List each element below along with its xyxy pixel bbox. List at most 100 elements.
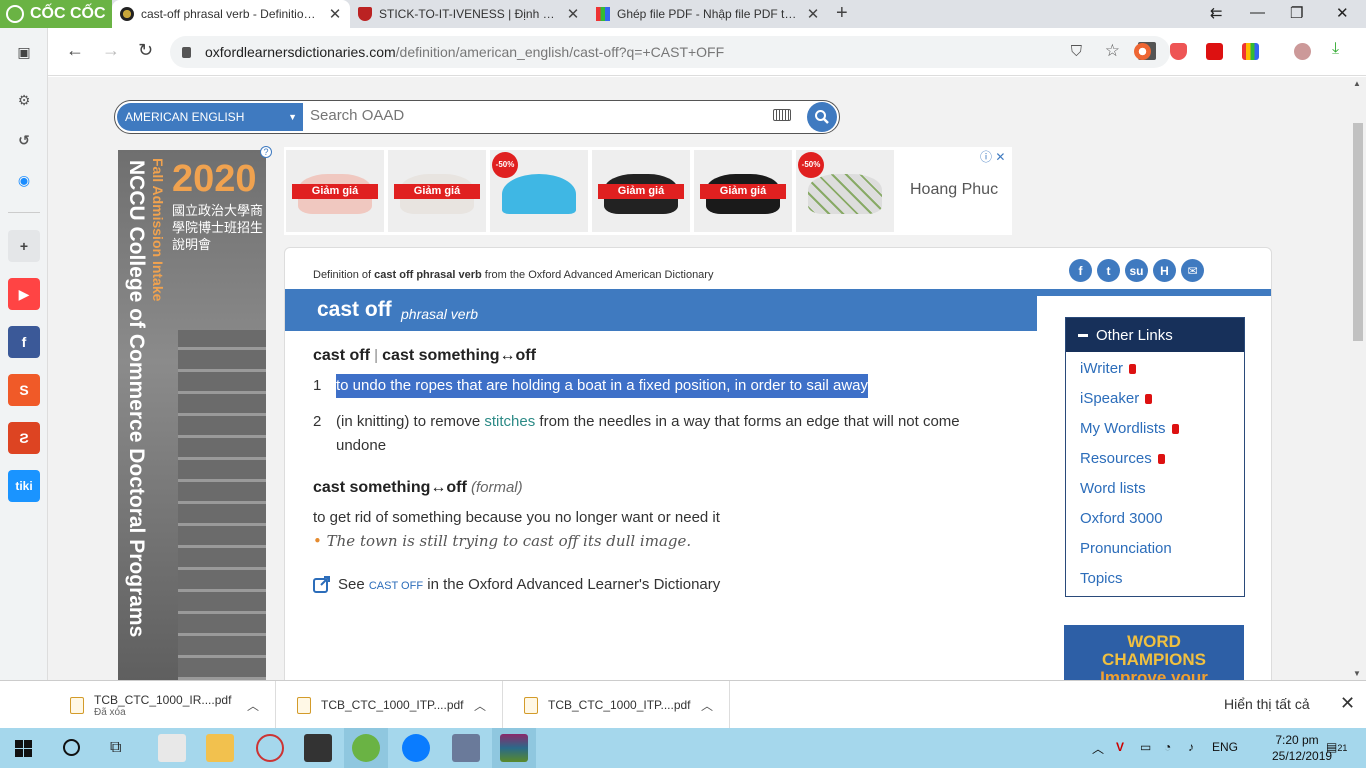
hyves-share-icon[interactable]: H [1153,259,1176,282]
sidebar-toggle-icon[interactable]: ▣ [8,36,40,68]
close-window-button[interactable]: ✕ [1336,4,1349,22]
chevron-up-icon[interactable]: ︿ [701,697,713,714]
link-resources[interactable]: Resources [1080,450,1165,467]
clock[interactable]: 7:20 pm 25/12/2019 [1272,732,1332,764]
forward-button[interactable]: → [102,40,120,61]
ad-product[interactable]: -50% [796,150,894,232]
stitches-link[interactable]: stitches [484,413,535,430]
stumbleupon-share-icon[interactable]: su [1125,259,1148,282]
winrar-icon[interactable] [500,734,528,762]
close-tab-icon[interactable]: ✕ [566,5,580,23]
reload-button[interactable]: ↻ [138,40,153,61]
coccoc-logo-icon [6,5,24,23]
app-icon[interactable] [452,734,480,762]
link-topics[interactable]: Topics [1080,570,1123,587]
link-oxford-3000[interactable]: Oxford 3000 [1080,510,1163,527]
windows-start-icon[interactable] [15,740,32,757]
messenger-icon[interactable]: ◉ [8,164,40,196]
show-all-downloads[interactable]: Hiển thị tất cả [1224,696,1310,712]
tab-search-icon[interactable]: ⇇ [1210,4,1223,22]
ad-product[interactable]: Giảm giá [592,150,690,232]
tab-title: Ghép file PDF - Nhập file PDF trực [617,7,799,21]
task-view-icon[interactable]: ⧉ [110,739,121,757]
maximize-button[interactable]: ❐ [1290,4,1303,22]
address-bar[interactable]: oxfordlearnersdictionaries.com/definitio… [170,36,1170,68]
file-explorer-icon[interactable] [206,734,234,762]
zalo-icon[interactable] [402,734,430,762]
close-tab-icon[interactable]: ✕ [806,5,820,23]
wifi-icon[interactable]: ◔ [1164,740,1171,754]
extension-red-icon[interactable] [1206,43,1223,60]
oald-link[interactable]: cast off [369,580,423,592]
close-tab-icon[interactable]: ✕ [328,5,342,23]
minimize-button[interactable]: — [1250,4,1265,21]
link-pronunciation[interactable]: Pronunciation [1080,540,1172,557]
tab-cast-off[interactable]: cast-off phrasal verb - Definition, p ✕ [112,0,350,28]
profile-avatar[interactable] [1294,43,1311,60]
shopee-icon[interactable]: S [8,374,40,406]
extension-chrome-icon[interactable] [1134,43,1151,60]
downloads-arrow-icon[interactable]: ⤓ [1332,40,1339,58]
download-item[interactable]: TCB_CTC_1000_IR....pdf Đã xóa ︿ [50,681,276,729]
extension-shield-icon[interactable] [1170,43,1187,60]
coccoc-taskbar-icon[interactable] [352,734,380,762]
email-share-icon[interactable]: ✉ [1181,259,1204,282]
link-my-wordlists[interactable]: My Wordlists [1080,420,1179,437]
new-tab-button[interactable]: + [836,2,848,25]
cap-image [502,174,576,214]
tab-ghep-pdf[interactable]: Ghép file PDF - Nhập file PDF trực ✕ [588,0,828,28]
dictionary-select[interactable]: AMERICAN ENGLISH ▼ [117,103,303,131]
top-advertisement[interactable]: Giảm giá Giảm giá -50% Giảm giá Giảm giá… [284,147,1012,235]
shield-icon[interactable]: ⛉ [1071,43,1082,60]
battery-icon[interactable]: ▭ [1140,740,1151,754]
settings-icon[interactable]: ⚙ [8,84,40,116]
history-icon[interactable]: ↺ [8,124,40,156]
scrollbar-thumb[interactable] [1353,123,1363,341]
paint-app-icon[interactable] [256,734,284,762]
link-word-lists[interactable]: Word lists [1080,480,1146,497]
keyboard-icon[interactable] [773,109,791,121]
link-iwriter[interactable]: iWriter [1080,360,1137,377]
unikey-icon[interactable]: V [1116,740,1124,754]
search-button[interactable] [807,102,837,132]
chevron-up-icon[interactable]: ︿ [474,697,486,714]
ad-info-close-icon[interactable]: ⓘ ✕ [980,148,1005,165]
notifications-icon[interactable]: ▤21 [1326,740,1347,754]
youtube-icon[interactable]: ▶ [8,278,40,310]
tab-stick-to-it-iveness[interactable]: STICK-TO-IT-IVENESS | Định nghĩa ✕ [350,0,588,28]
facebook-share-icon[interactable]: f [1069,259,1092,282]
ad-product[interactable]: Giảm giá [286,150,384,232]
ad-product[interactable]: Giảm giá [388,150,486,232]
download-item[interactable]: TCB_CTC_1000_ITP....pdf ︿ [504,681,730,729]
link-ispeaker[interactable]: iSpeaker [1080,390,1153,407]
twitter-share-icon[interactable]: t [1097,259,1120,282]
coccoc-menu-button[interactable]: CỐC CỐC [0,0,112,28]
search-circle-icon[interactable] [63,739,80,756]
other-links-toggle[interactable]: Other Links [1066,318,1244,352]
facebook-icon[interactable]: f [8,326,40,358]
tiki-icon[interactable]: tiki [8,470,40,502]
add-sidebar-item-icon[interactable]: + [8,230,40,262]
office-app-icon[interactable] [158,734,186,762]
search-input[interactable] [310,107,760,124]
promo-line: CHAMPIONS [1102,650,1206,669]
ad-product[interactable]: -50% [490,150,588,232]
sticky-notes-icon[interactable] [304,734,332,762]
sendo-icon[interactable]: Ƨ [8,422,40,454]
word-champions-banner[interactable]: WORD CHAMPIONS Improve your [1064,625,1244,680]
ad-choices-icon[interactable]: ? [260,146,272,158]
scroll-up-icon[interactable]: ▲ [1353,79,1361,88]
close-downloads-icon[interactable]: ✕ [1340,693,1355,714]
left-advertisement[interactable]: 2020 國立政治大學商學院博士班招生說明會 Fall Admission In… [118,150,266,680]
volume-icon[interactable]: ♪ [1188,740,1194,754]
chevron-up-icon[interactable]: ︿ [247,697,259,714]
language-indicator[interactable]: ENG [1212,740,1238,754]
tray-expand-icon[interactable]: ︿ [1092,740,1104,757]
extension-colors-icon[interactable] [1242,43,1259,60]
bookmark-star-icon[interactable]: ☆ [1105,41,1120,61]
page-scrollbar[interactable]: ▲ ▼ [1350,77,1366,680]
scroll-down-icon[interactable]: ▼ [1353,669,1361,678]
download-item[interactable]: TCB_CTC_1000_ITP....pdf ︿ [277,681,503,729]
back-button[interactable]: ← [66,40,84,61]
ad-product[interactable]: Giảm giá [694,150,792,232]
